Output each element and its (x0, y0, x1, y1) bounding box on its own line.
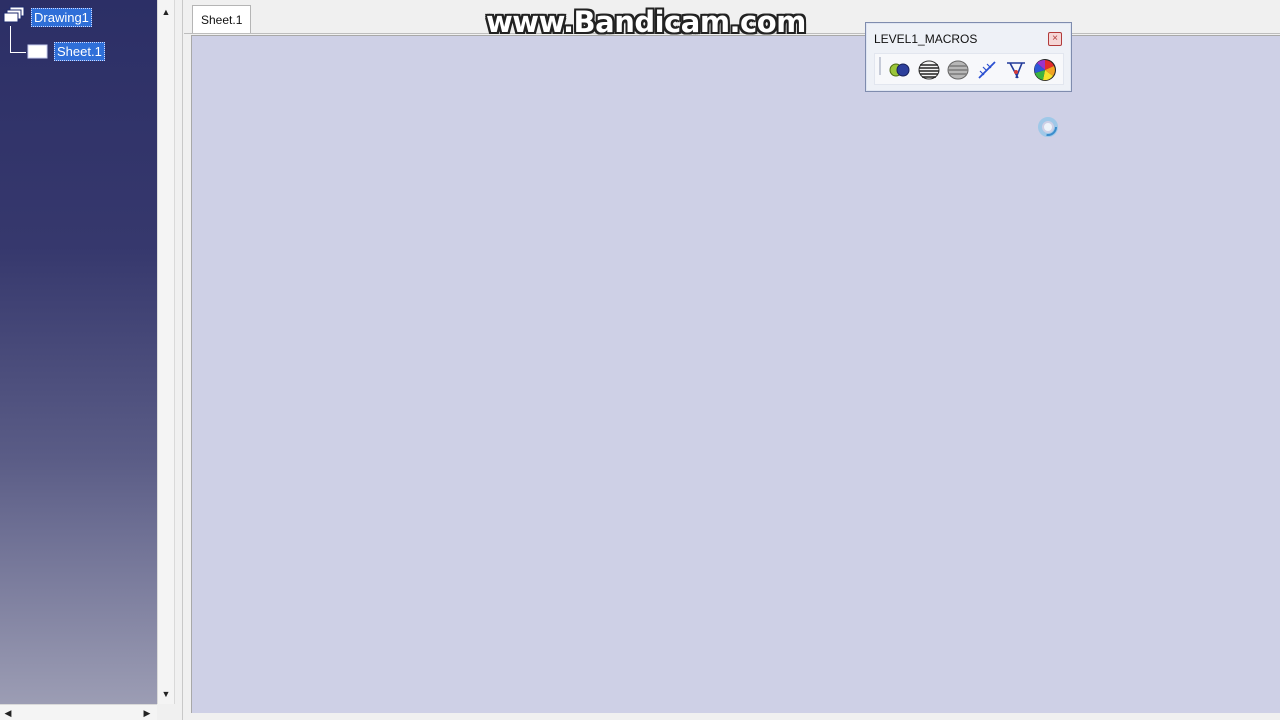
tree-label-sheet[interactable]: Sheet.1 (54, 42, 105, 61)
drawing-icon (3, 6, 25, 23)
toolbar-title: LEVEL1_MACROS (874, 32, 978, 46)
tree-connector (10, 52, 26, 53)
tree-node-sheet[interactable]: Sheet.1 (27, 42, 105, 61)
color-wheel-icon[interactable] (1032, 57, 1058, 83)
tree-horizontal-scrollbar[interactable]: ◀ ▶ (0, 704, 157, 720)
specification-tree[interactable]: Drawing1 Sheet.1 (0, 0, 157, 704)
tab-sheet-1[interactable]: Sheet.1 (192, 5, 252, 33)
sketch-line-icon[interactable] (974, 57, 1000, 83)
scroll-right-icon[interactable]: ▶ (139, 705, 155, 720)
close-icon[interactable]: × (1048, 32, 1062, 46)
tree-node-drawing[interactable]: Drawing1 (2, 6, 92, 28)
boolean-shapes-icon[interactable] (887, 57, 913, 83)
sheet-icon (27, 44, 48, 58)
busy-cursor-icon (1038, 117, 1058, 137)
status-strip (184, 713, 1280, 720)
striped-sphere-icon[interactable] (916, 57, 942, 83)
macros-toolbar[interactable]: LEVEL1_MACROS × (865, 22, 1072, 92)
scroll-up-icon[interactable]: ▲ (158, 4, 174, 20)
tab-label: Sheet.1 (201, 12, 243, 27)
gray-sphere-icon[interactable] (945, 57, 971, 83)
toolbar-buttons (874, 53, 1064, 85)
tree-connector (10, 26, 11, 52)
tree-vertical-scrollbar[interactable]: ▲ ▼ (157, 0, 175, 704)
toolbar-grip[interactable] (879, 57, 881, 75)
catia-drawing-window: Drawing1 Sheet.1 ▲ ▼ ◀ ▶ Sheet.1 www.Ban… (0, 0, 1280, 720)
line-wizard-icon[interactable] (1003, 57, 1029, 83)
drawing-canvas[interactable] (191, 35, 1280, 713)
panel-splitter[interactable] (175, 0, 183, 720)
recorder-watermark: www.Bandicam.com (486, 5, 806, 39)
scroll-left-icon[interactable]: ◀ (0, 705, 16, 720)
tree-label-drawing[interactable]: Drawing1 (31, 7, 92, 27)
scroll-down-icon[interactable]: ▼ (158, 686, 174, 702)
